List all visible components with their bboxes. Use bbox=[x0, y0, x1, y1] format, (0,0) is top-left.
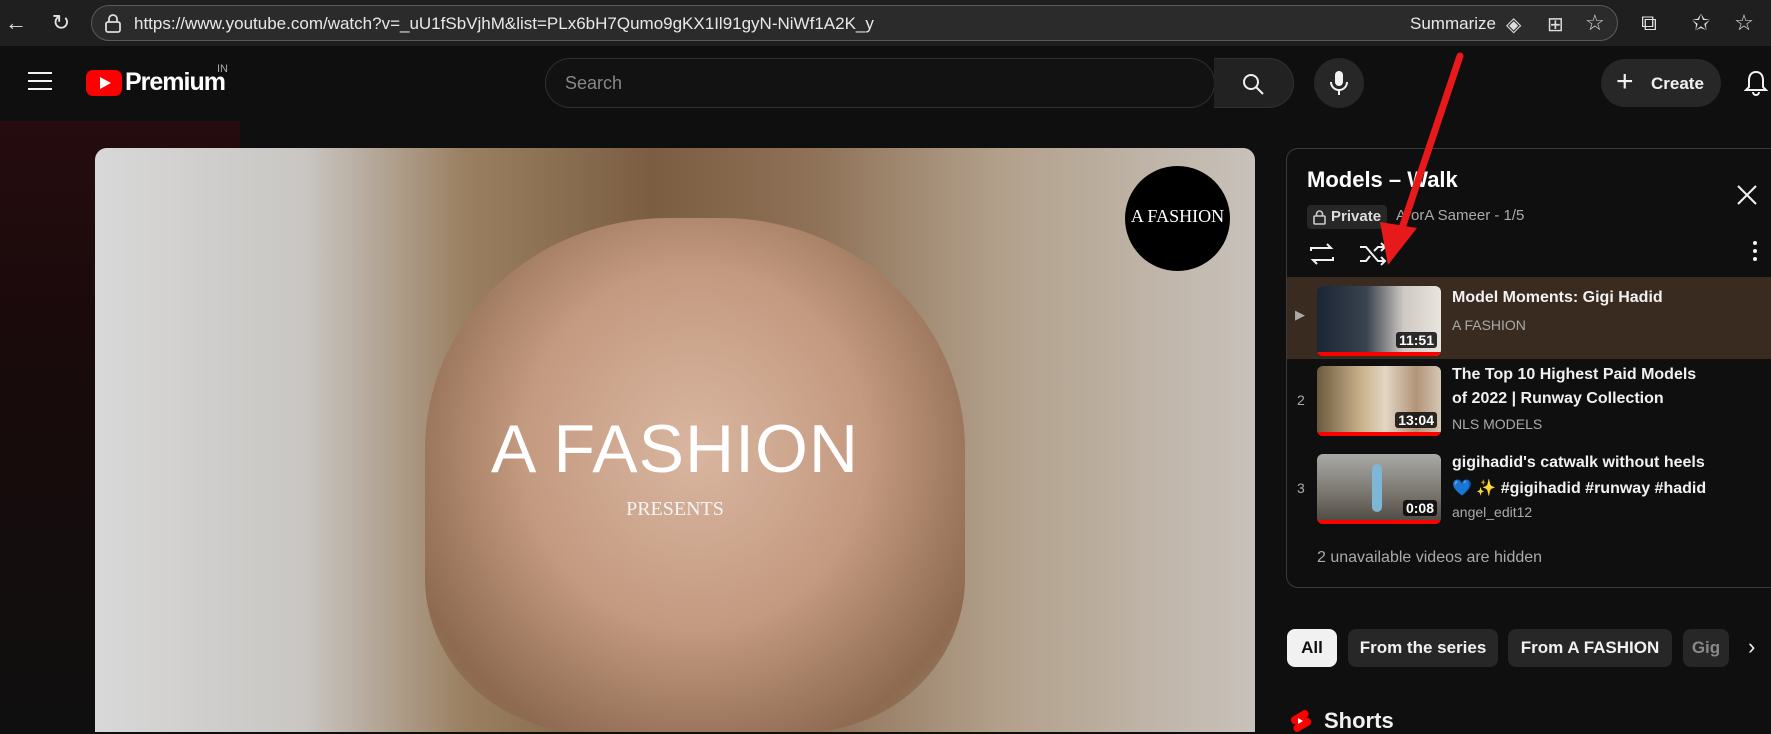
item-index: 2 bbox=[1297, 392, 1305, 408]
more-options-icon[interactable] bbox=[1753, 241, 1757, 261]
summarize-button[interactable]: Summarize bbox=[1410, 14, 1496, 34]
create-label: Create bbox=[1651, 74, 1704, 93]
annotation-arrow-icon bbox=[1380, 52, 1464, 265]
video-thumbnail: 11:51 bbox=[1317, 286, 1441, 356]
channel-name: A FASHION bbox=[1452, 317, 1526, 333]
video-title-line2: 💙 ✨ #gigihadid #runway #hadid bbox=[1452, 480, 1707, 497]
video-title-line1: gigihadid's catwalk without heels bbox=[1452, 454, 1705, 471]
chip-from-a-fashion[interactable]: From A FASHION bbox=[1508, 629, 1672, 667]
notifications-bell-icon[interactable] bbox=[1744, 69, 1768, 97]
copilot-icon[interactable]: ◈ bbox=[1506, 12, 1521, 37]
favorites-icon[interactable]: ✩ bbox=[1689, 11, 1713, 35]
country-code: IN bbox=[217, 63, 228, 75]
playlist-item[interactable]: 3 0:08 gigihadid's catwalk without heels… bbox=[1287, 450, 1771, 530]
microphone-icon bbox=[1330, 71, 1348, 95]
shorts-heading: Shorts bbox=[1324, 708, 1394, 733]
collections-icon[interactable]: ☆ bbox=[1732, 11, 1756, 35]
channel-name: NLS MODELS bbox=[1452, 416, 1543, 432]
watermark-text: A FASHION bbox=[1130, 206, 1225, 226]
chip-all[interactable]: All bbox=[1287, 629, 1337, 667]
address-bar[interactable]: https://www.youtube.com/watch?v=_uU1fSbV… bbox=[91, 5, 1618, 41]
lock-icon bbox=[105, 14, 121, 33]
chips-next-icon[interactable]: › bbox=[1748, 634, 1755, 660]
extensions-icon[interactable]: ⧉ bbox=[1637, 11, 1661, 35]
shorts-logo-icon bbox=[1290, 709, 1312, 732]
video-title-line1: The Top 10 Highest Paid Models bbox=[1452, 366, 1697, 383]
create-button[interactable]: + Create bbox=[1601, 59, 1721, 107]
duration-badge: 0:08 bbox=[1402, 500, 1437, 516]
watch-progress-bar bbox=[1317, 520, 1441, 524]
playlist-item[interactable]: ▶ 11:51 Model Moments: Gigi Hadid A FASH… bbox=[1287, 277, 1771, 359]
browser-toolbar: ← ↻ https://www.youtube.com/watch?v=_uU1… bbox=[0, 0, 1771, 46]
item-index: 3 bbox=[1297, 480, 1305, 496]
search-button[interactable] bbox=[1214, 58, 1294, 108]
watch-progress-bar bbox=[1317, 352, 1441, 356]
loop-icon[interactable] bbox=[1307, 241, 1337, 267]
watch-progress-bar bbox=[1317, 432, 1441, 436]
search-input[interactable]: Search bbox=[545, 58, 1215, 108]
video-overlay-title: A FASHION bbox=[491, 411, 859, 487]
premium-logo-text[interactable]: Premium bbox=[125, 68, 226, 97]
playlist-item[interactable]: 2 13:04 The Top 10 Highest Paid Models o… bbox=[1287, 362, 1771, 442]
reload-icon[interactable]: ↻ bbox=[49, 11, 73, 35]
back-icon[interactable]: ← bbox=[4, 11, 28, 35]
search-icon bbox=[1243, 74, 1264, 95]
chip-gigi-partial[interactable]: Gig bbox=[1683, 629, 1729, 667]
video-overlay-subtitle: PRESENTS bbox=[626, 498, 724, 520]
duration-badge: 11:51 bbox=[1395, 332, 1437, 348]
menu-icon[interactable] bbox=[28, 72, 52, 90]
plus-icon: + bbox=[1616, 65, 1634, 98]
duration-badge: 13:04 bbox=[1395, 412, 1437, 428]
video-thumbnail: 13:04 bbox=[1317, 366, 1441, 436]
lock-icon bbox=[1313, 210, 1326, 225]
search-placeholder: Search bbox=[565, 73, 623, 93]
thumbnail-figure bbox=[1372, 464, 1382, 512]
hidden-videos-note: 2 unavailable videos are hidden bbox=[1317, 549, 1543, 566]
video-title-line2: of 2022 | Runway Collection bbox=[1452, 390, 1664, 407]
youtube-logo-icon[interactable] bbox=[86, 70, 122, 96]
video-player[interactable]: A FASHION A FASHION PRESENTS bbox=[95, 148, 1255, 732]
url-text: https://www.youtube.com/watch?v=_uU1fSbV… bbox=[134, 14, 874, 33]
video-thumbnail: 0:08 bbox=[1317, 454, 1441, 524]
playlist-panel: Models – Walk Private ArorA Sameer - 1/5… bbox=[1286, 148, 1771, 588]
channel-name: angel_edit12 bbox=[1452, 504, 1533, 520]
chip-from-the-series[interactable]: From the series bbox=[1348, 629, 1498, 667]
favorite-star-icon[interactable]: ☆ bbox=[1585, 10, 1605, 36]
close-icon[interactable] bbox=[1735, 183, 1759, 207]
now-playing-indicator: ▶ bbox=[1295, 307, 1305, 322]
app-grid-icon[interactable]: ⊞ bbox=[1547, 12, 1564, 37]
channel-watermark: A FASHION bbox=[1125, 166, 1230, 271]
video-title: Model Moments: Gigi Hadid bbox=[1452, 289, 1663, 306]
voice-search-button[interactable] bbox=[1314, 58, 1364, 108]
